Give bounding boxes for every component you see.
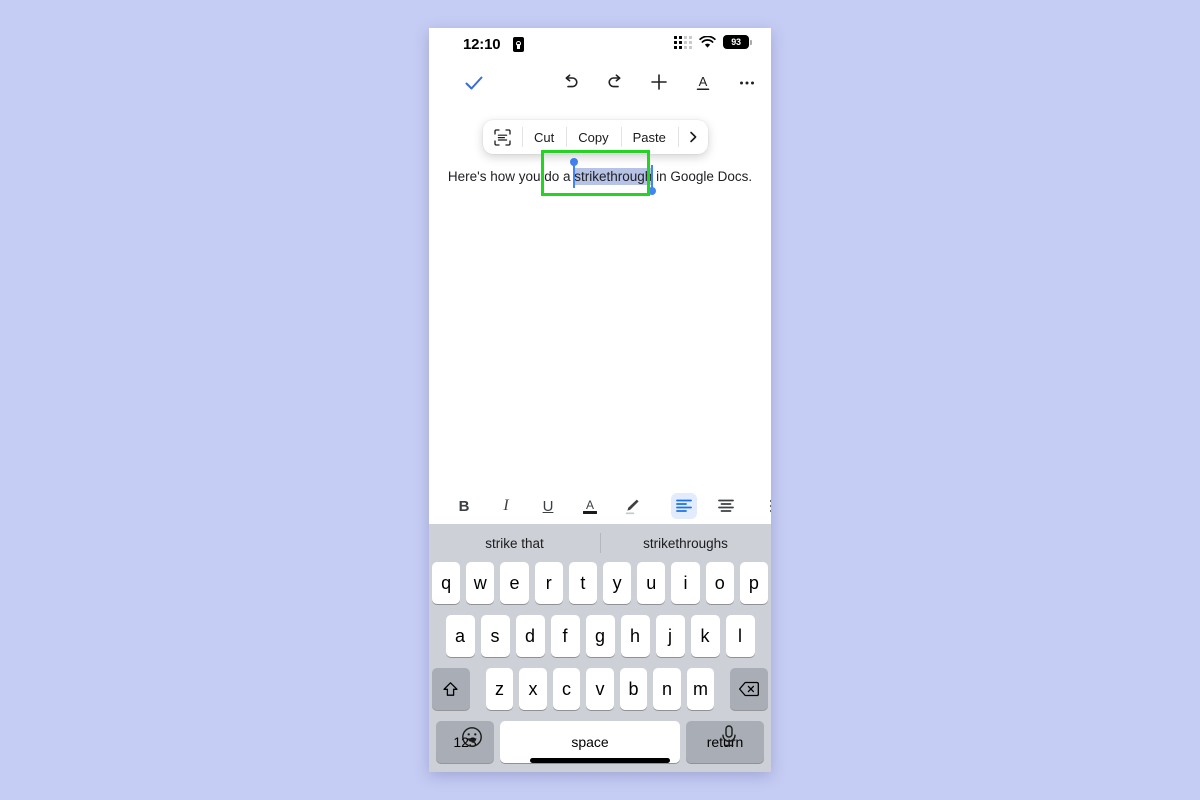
key-x[interactable]: x xyxy=(519,668,547,710)
phone-frame: 12:10 93 A Here's how you do a strikethr… xyxy=(429,28,771,772)
keyboard-row-3: z x c v b n m xyxy=(429,668,771,710)
done-checkmark-button[interactable] xyxy=(463,72,485,94)
italic-label: I xyxy=(503,497,509,514)
key-q[interactable]: q xyxy=(431,562,461,604)
suggestion-item-1[interactable]: strike that xyxy=(429,536,600,551)
backspace-delete-icon[interactable] xyxy=(730,668,768,710)
key-n[interactable]: n xyxy=(653,668,681,710)
status-indicators: 93 xyxy=(674,35,752,49)
svg-text:A: A xyxy=(699,74,708,89)
format-toolbar: B I U A xyxy=(429,488,771,524)
context-menu-item-paste[interactable]: Paste xyxy=(620,120,678,154)
key-d[interactable]: d xyxy=(515,615,545,657)
key-l[interactable]: l xyxy=(725,615,755,657)
key-w[interactable]: w xyxy=(466,562,495,604)
redo-icon[interactable] xyxy=(603,70,627,94)
home-indicator xyxy=(530,758,670,763)
text-after-selection: in Google Docs. xyxy=(652,169,753,184)
key-f[interactable]: f xyxy=(550,615,580,657)
italic-button[interactable]: I xyxy=(493,493,519,519)
highlighter-pen-icon[interactable] xyxy=(619,493,645,519)
context-menu-item-cut[interactable]: Cut xyxy=(522,120,566,154)
status-time: 12:10 xyxy=(463,36,501,53)
key-s[interactable]: s xyxy=(480,615,510,657)
svg-text:A: A xyxy=(586,498,594,512)
key-j[interactable]: j xyxy=(655,615,685,657)
suggestion-item-2[interactable]: strikethroughs xyxy=(600,536,771,551)
bulleted-list-button[interactable] xyxy=(765,493,771,519)
selected-text-value: strikethrough xyxy=(574,169,653,184)
text-before-selection: Here's how you do a xyxy=(447,169,575,184)
key-h[interactable]: h xyxy=(620,615,650,657)
emoji-smiley-icon[interactable] xyxy=(461,726,483,753)
lock-portrait-icon xyxy=(513,37,524,52)
key-v[interactable]: v xyxy=(586,668,614,710)
shift-arrow-icon[interactable] xyxy=(432,668,470,710)
text-format-a-icon[interactable]: A xyxy=(691,70,715,94)
suggestion-divider xyxy=(600,533,601,553)
undo-icon[interactable] xyxy=(559,70,583,94)
wifi-icon xyxy=(699,35,716,48)
selection-handle-start[interactable] xyxy=(570,158,579,166)
text-context-menu: Cut Copy Paste xyxy=(483,120,708,154)
key-t[interactable]: t xyxy=(568,562,597,604)
key-z[interactable]: z xyxy=(485,668,514,710)
key-g[interactable]: g xyxy=(585,615,615,657)
scan-text-icon[interactable] xyxy=(483,120,522,154)
keyboard-bottom-bar xyxy=(429,716,771,772)
suggestion-bar: strike that strikethroughs xyxy=(429,524,771,562)
document-text-line[interactable]: Here's how you do a strikethrough in Goo… xyxy=(429,158,771,195)
microphone-icon[interactable] xyxy=(719,724,739,753)
app-toolbar: A xyxy=(429,64,771,106)
plus-icon[interactable] xyxy=(647,70,671,94)
align-left-button[interactable] xyxy=(671,493,697,519)
keyboard-row-2: a s d f g h j k l xyxy=(429,615,771,657)
selected-text[interactable]: strikethrough xyxy=(570,158,657,195)
key-p[interactable]: p xyxy=(739,562,769,604)
key-u[interactable]: u xyxy=(637,562,666,604)
status-bar: 12:10 93 xyxy=(429,28,771,64)
bold-label: B xyxy=(458,497,470,515)
key-i[interactable]: i xyxy=(671,562,700,604)
key-r[interactable]: r xyxy=(534,562,563,604)
virtual-keyboard: strike that strikethroughs q w e r t y u… xyxy=(429,524,771,772)
key-y[interactable]: y xyxy=(603,562,632,604)
context-menu-item-copy[interactable]: Copy xyxy=(566,120,620,154)
battery-indicator: 93 xyxy=(723,35,752,49)
bold-button[interactable]: B xyxy=(451,493,477,519)
document-canvas[interactable]: Here's how you do a strikethrough in Goo… xyxy=(429,106,771,488)
underline-label: U xyxy=(542,497,554,515)
key-b[interactable]: b xyxy=(619,668,648,710)
selection-handle-end[interactable] xyxy=(648,187,657,195)
key-c[interactable]: c xyxy=(552,668,581,710)
key-a[interactable]: a xyxy=(445,615,475,657)
chevron-right-icon[interactable] xyxy=(677,120,708,154)
underline-button[interactable]: U xyxy=(535,493,561,519)
align-center-button[interactable] xyxy=(713,493,739,519)
key-e[interactable]: e xyxy=(500,562,529,604)
key-o[interactable]: o xyxy=(705,562,734,604)
key-k[interactable]: k xyxy=(690,615,720,657)
keyboard-row-1: q w e r t y u i o p xyxy=(429,562,771,604)
text-color-button[interactable]: A xyxy=(577,493,603,519)
battery-level: 93 xyxy=(731,37,741,47)
cellular-signal-icon xyxy=(674,35,692,49)
key-m[interactable]: m xyxy=(686,668,715,710)
more-options-icon[interactable] xyxy=(735,70,759,94)
